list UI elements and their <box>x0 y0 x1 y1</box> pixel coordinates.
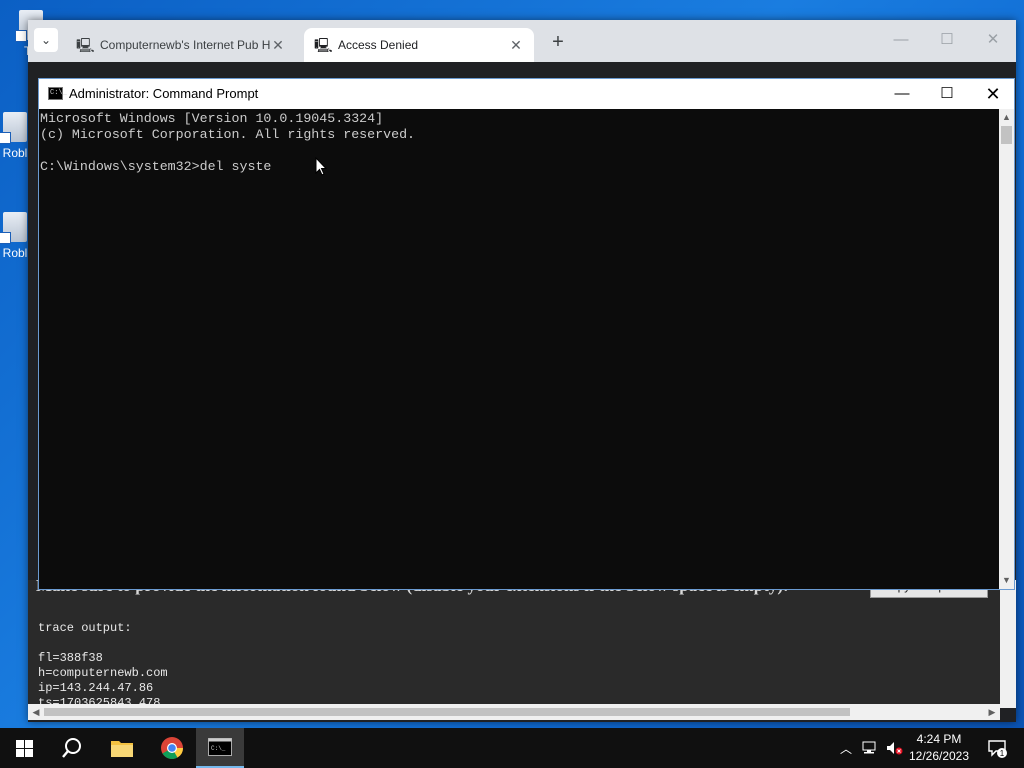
close-icon[interactable]: ✕ <box>508 37 524 54</box>
minimize-button[interactable]: — <box>879 79 925 109</box>
scroll-right-icon[interactable]: ▶ <box>984 704 1000 720</box>
clock-time: 4:24 PM <box>916 732 962 746</box>
console-line: Microsoft Windows [Version 10.0.19045.33… <box>40 111 384 126</box>
tab-search-button[interactable]: ⌄ <box>34 28 58 52</box>
scroll-up-icon[interactable]: ▲ <box>999 109 1014 126</box>
folder-icon <box>111 741 133 757</box>
window-title: Administrator: Command Prompt <box>69 86 259 101</box>
chevron-down-icon: ⌄ <box>40 33 52 47</box>
shortcut-icon <box>0 112 27 144</box>
clock-date: 12/26/2023 <box>908 749 970 763</box>
command-prompt-window: C:\_ Administrator: Command Prompt — ☐ ✕… <box>38 78 1015 590</box>
trace-line: ts=1703625843.478 <box>38 696 161 704</box>
pc-icon: 🖳 <box>76 37 95 53</box>
cmd-icon: C:\_ <box>48 87 67 100</box>
scroll-thumb[interactable] <box>44 708 850 716</box>
scroll-down-icon[interactable]: ▼ <box>999 572 1014 589</box>
search-icon <box>62 738 81 758</box>
clock[interactable]: 4:24 PM 12/26/2023 <box>904 731 974 765</box>
taskbar: C:\_ ︿ 4:24 PM 12/26/2023 1 <box>0 728 1024 768</box>
notification-count: 1 <box>1000 749 1005 758</box>
network-icon[interactable] <box>860 728 882 768</box>
show-hidden-icons-button[interactable]: ︿ <box>836 728 856 768</box>
cmd-icon: C:\_ <box>208 738 232 756</box>
desktop-icon-label: Robl <box>2 146 28 160</box>
notification-icon: 1 <box>988 740 1007 758</box>
trace-line: fl=388f38 <box>38 651 103 665</box>
console-line: (c) Microsoft Corporation. All rights re… <box>40 127 416 142</box>
chrome-button[interactable] <box>148 728 196 768</box>
search-button[interactable] <box>48 728 96 768</box>
svg-text:C:\_: C:\_ <box>211 745 226 752</box>
tab-title: Computernewb's Internet Pub H <box>100 38 270 52</box>
windows-logo-icon <box>15 739 33 757</box>
horizontal-scrollbar[interactable]: ◀ ▶ <box>28 704 1000 720</box>
tab-strip: ⌄ 🖳 Computernewb's Internet Pub H ✕ 🖳 Ac… <box>28 20 1016 62</box>
maximize-button[interactable]: ☐ <box>924 26 970 54</box>
new-tab-button[interactable]: + <box>544 30 572 54</box>
close-icon[interactable]: ✕ <box>270 37 286 54</box>
scroll-left-icon[interactable]: ◀ <box>28 704 44 720</box>
console-scrollbar[interactable]: ▲ ▼ <box>999 109 1014 589</box>
console-output[interactable]: Microsoft Windows [Version 10.0.19045.33… <box>39 109 999 589</box>
network-status-icon <box>862 741 876 754</box>
shortcut-icon <box>0 212 27 244</box>
tab-title: Access Denied <box>338 38 419 52</box>
command-prompt-taskbar-button[interactable]: C:\_ <box>196 728 244 768</box>
volume-muted-icon <box>887 742 903 755</box>
tab-computernewb[interactable]: 🖳 Computernewb's Internet Pub H ✕ <box>66 28 296 62</box>
title-bar[interactable]: C:\_ Administrator: Command Prompt — ☐ ✕ <box>39 79 1014 109</box>
scroll-thumb[interactable] <box>1001 126 1012 144</box>
console-prompt-line: C:\Windows\system32>del syste <box>40 159 272 174</box>
pc-icon: 🖳 <box>314 37 333 53</box>
page-content: Make sure to provide the information fou… <box>28 580 1016 708</box>
chrome-icon <box>161 737 183 759</box>
page-scrollbar[interactable] <box>1000 580 1016 708</box>
file-explorer-button[interactable] <box>98 728 146 768</box>
mouse-cursor-icon <box>315 157 327 176</box>
action-center-button[interactable]: 1 <box>982 728 1012 768</box>
desktop-icon-label: Robl <box>2 246 28 260</box>
chevron-up-icon: ︿ <box>839 741 852 756</box>
minimize-button[interactable]: — <box>878 26 924 54</box>
trace-line: h=computernewb.com <box>38 666 168 680</box>
start-button[interactable] <box>0 728 48 768</box>
close-button[interactable]: ✕ <box>970 79 1016 109</box>
trace-line: ip=143.244.47.86 <box>38 681 154 695</box>
trace-heading: trace output: <box>38 621 132 635</box>
tab-access-denied[interactable]: 🖳 Access Denied ✕ <box>304 28 534 62</box>
maximize-button[interactable]: ☐ <box>924 79 970 109</box>
volume-icon[interactable] <box>884 728 906 768</box>
close-button[interactable]: ✕ <box>970 26 1016 54</box>
